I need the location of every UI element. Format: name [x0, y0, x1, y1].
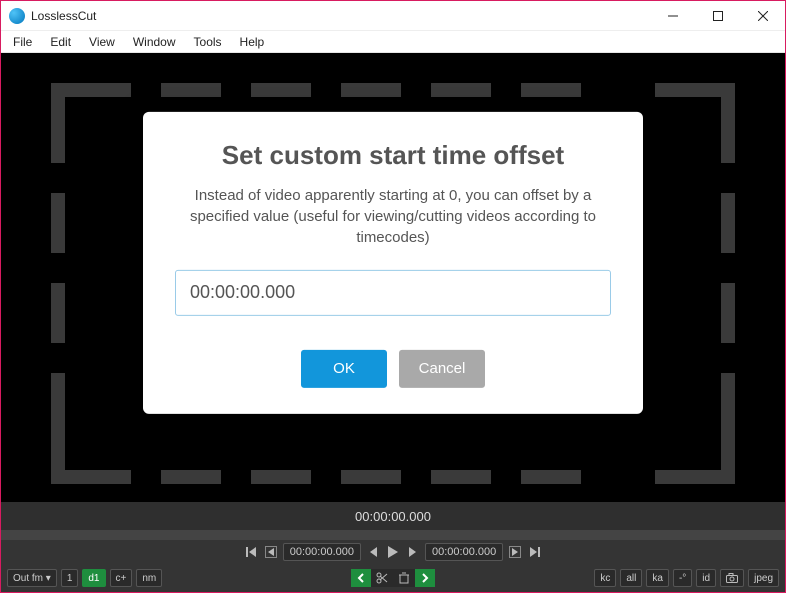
menubar: File Edit View Window Tools Help — [1, 31, 785, 53]
delete-button[interactable] — [393, 569, 415, 587]
set-cut-start-icon[interactable] — [263, 544, 279, 560]
chevron-left-icon — [357, 573, 365, 583]
jump-end-icon[interactable] — [527, 544, 543, 560]
output-format-select[interactable]: Out fm ▾ — [7, 569, 57, 587]
segment-number[interactable]: 1 — [61, 569, 79, 587]
cut-action-group — [351, 569, 435, 587]
cut-start-time[interactable]: 00:00:00.000 — [283, 543, 361, 561]
maximize-icon — [713, 11, 723, 21]
timeline-track[interactable] — [1, 530, 785, 540]
step-forward-icon[interactable] — [405, 544, 421, 560]
minimize-button[interactable] — [650, 1, 695, 31]
chip-nm[interactable]: nm — [136, 569, 162, 587]
close-icon — [758, 11, 768, 21]
video-area: Set custom start time offset Instead of … — [1, 53, 785, 502]
menu-help[interactable]: Help — [232, 33, 273, 51]
step-back-icon[interactable] — [365, 544, 381, 560]
next-segment-button[interactable] — [415, 569, 435, 587]
titlebar: LosslessCut — [1, 1, 785, 31]
chip-d1[interactable]: d1 — [82, 569, 105, 587]
time-offset-input[interactable] — [175, 269, 611, 315]
current-time-label: 00:00:00.000 — [355, 509, 431, 524]
app-title: LosslessCut — [31, 9, 96, 23]
menu-window[interactable]: Window — [125, 33, 184, 51]
set-cut-end-icon[interactable] — [507, 544, 523, 560]
chip-ka[interactable]: ka — [646, 569, 669, 587]
jump-start-icon[interactable] — [243, 544, 259, 560]
dialog-description: Instead of video apparently starting at … — [175, 184, 611, 247]
capture-frame-button[interactable] — [720, 569, 744, 587]
chevron-right-icon — [421, 573, 429, 583]
ok-button[interactable]: OK — [301, 349, 387, 387]
prev-segment-button[interactable] — [351, 569, 371, 587]
chip-rotation[interactable]: -° — [673, 569, 692, 587]
menu-tools[interactable]: Tools — [186, 33, 230, 51]
chip-id[interactable]: id — [696, 569, 716, 587]
app-window: LosslessCut File Edit View Window Tools … — [0, 0, 786, 593]
play-icon[interactable] — [385, 544, 401, 560]
cut-button[interactable] — [371, 569, 393, 587]
minimize-icon — [668, 11, 678, 21]
trash-icon — [399, 572, 409, 584]
chip-kc[interactable]: kc — [594, 569, 616, 587]
camera-icon — [726, 573, 738, 583]
maximize-button[interactable] — [695, 1, 740, 31]
playback-controls: 00:00:00.000 00:00:00.000 — [1, 540, 785, 564]
bottom-toolbar: Out fm ▾ 1 d1 c+ nm kc all ka -° id — [1, 564, 785, 592]
chip-jpeg[interactable]: jpeg — [748, 569, 779, 587]
cut-end-time[interactable]: 00:00:00.000 — [425, 543, 503, 561]
menu-file[interactable]: File — [5, 33, 40, 51]
app-icon — [9, 8, 25, 24]
scissors-icon — [376, 572, 388, 584]
close-button[interactable] — [740, 1, 785, 31]
menu-edit[interactable]: Edit — [42, 33, 79, 51]
cancel-button[interactable]: Cancel — [399, 349, 485, 387]
chip-c-plus[interactable]: c+ — [110, 569, 133, 587]
start-time-offset-dialog: Set custom start time offset Instead of … — [143, 111, 643, 413]
menu-view[interactable]: View — [81, 33, 123, 51]
timeline-time-display[interactable]: 00:00:00.000 — [1, 502, 785, 530]
chip-all[interactable]: all — [620, 569, 642, 587]
dialog-title: Set custom start time offset — [175, 139, 611, 170]
